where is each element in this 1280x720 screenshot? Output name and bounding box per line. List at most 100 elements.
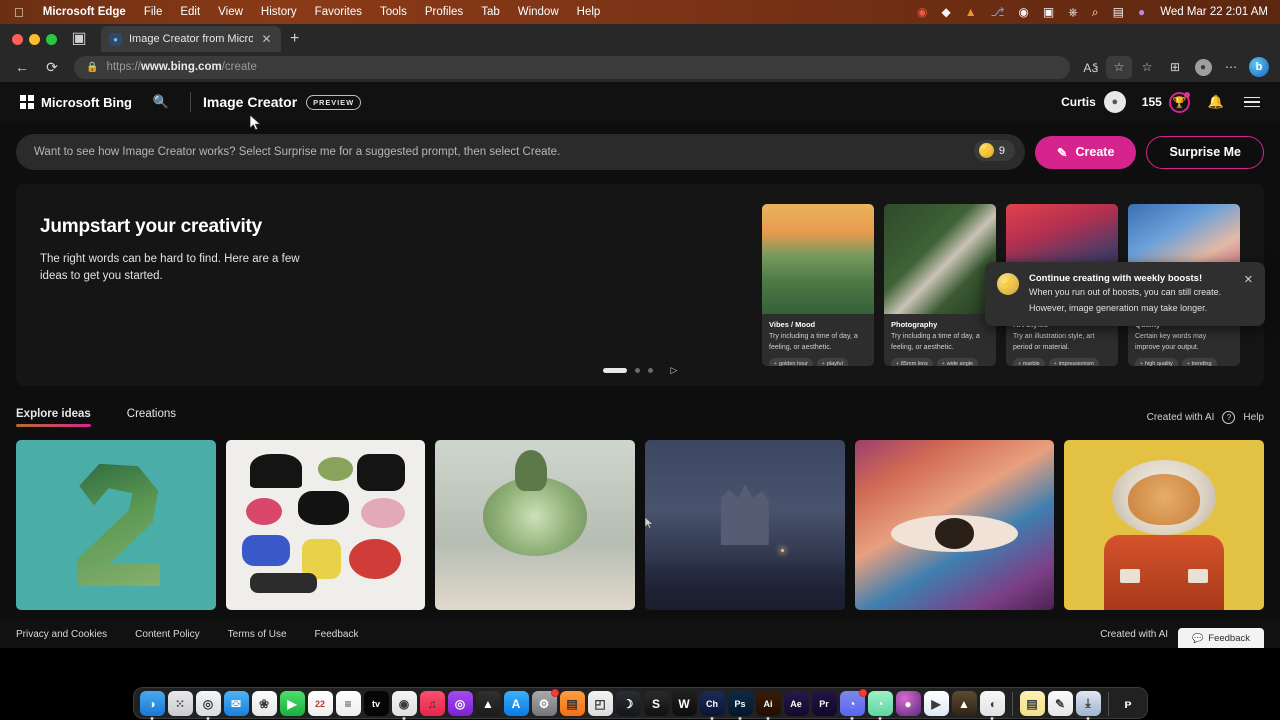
footer-link-feedback[interactable]: Feedback — [315, 629, 359, 640]
colorful-eye-makeup[interactable] — [854, 440, 1055, 610]
abstract-shapes-collage[interactable] — [225, 440, 426, 610]
notes-icon[interactable]: ▤ — [1019, 691, 1045, 716]
wondershare-icon[interactable]: W — [671, 691, 697, 716]
copilot-icon[interactable]: b — [1246, 56, 1272, 79]
carousel-dot-active[interactable] — [602, 368, 627, 373]
menu-item-window[interactable]: Window — [509, 6, 568, 18]
boost-pill[interactable]: ⚡ 9 — [973, 140, 1016, 161]
premiere-pro-icon[interactable]: Pr — [811, 691, 837, 716]
evernote-icon[interactable]: S — [643, 691, 669, 716]
messages-app-icon[interactable]: ◔ — [867, 691, 893, 720]
notifications-bell-icon[interactable]: 🔔 — [1208, 94, 1224, 110]
profile-icon[interactable]: ● — [1190, 56, 1216, 79]
siri-icon[interactable]: ● — [1131, 5, 1152, 19]
system-settings-icon[interactable]: ⚙ — [531, 689, 559, 716]
footer-link-content-policy[interactable]: Content Policy — [135, 629, 199, 640]
idea-card[interactable]: Photography Try including a time of day,… — [884, 204, 996, 366]
prompt-input[interactable]: Want to see how Image Creator works? Sel… — [16, 134, 1026, 170]
idea-card[interactable]: Vibes / Mood Try including a time of day… — [762, 204, 874, 366]
discord-icon[interactable]: ◔ — [839, 689, 867, 720]
menu-item-file[interactable]: File — [135, 6, 172, 18]
menu-item-tools[interactable]: Tools — [371, 6, 416, 18]
address-bar[interactable]: 🔒 https://www.bing.com/create — [74, 55, 1070, 79]
illustrator-icon[interactable]: Ai — [755, 691, 781, 720]
cleanmymac-icon[interactable]: ☽ — [615, 691, 641, 716]
keynote-icon[interactable]: ◰ — [587, 691, 613, 716]
photos-icon[interactable]: ❀ — [251, 691, 277, 716]
menubar-clock[interactable]: Wed Mar 22 2:01 AM — [1152, 6, 1272, 18]
menu-item-view[interactable]: View — [209, 6, 252, 18]
new-tab-button[interactable]: + — [281, 30, 308, 52]
books-icon[interactable]: ▤ — [559, 691, 585, 716]
back-button[interactable]: ← — [8, 55, 36, 79]
hamburger-menu-icon[interactable] — [1244, 96, 1260, 108]
help-label[interactable]: Help — [1243, 412, 1264, 423]
downloads-stack-icon[interactable]: ⤓ — [1075, 691, 1101, 720]
spotlight-search-icon[interactable]: ⌕ — [1085, 5, 1106, 20]
browser-tab[interactable]: ● Image Creator from Microsoft ✕ — [101, 26, 281, 52]
character-animator-icon[interactable]: Ch — [699, 691, 725, 720]
user-avatar-icon[interactable]: ● — [1103, 91, 1126, 113]
dropbox-icon[interactable]: ◆ — [934, 5, 957, 19]
footer-link-terms[interactable]: Terms of Use — [228, 629, 287, 640]
misty-castle-mountain[interactable] — [645, 440, 845, 610]
menu-item-profiles[interactable]: Profiles — [416, 6, 472, 18]
read-aloud-icon[interactable]: AᲴ — [1078, 56, 1104, 79]
control-center-icon[interactable]: ▤ — [1106, 5, 1131, 19]
microsoft-edge-icon[interactable]: ◖ — [979, 691, 1005, 720]
surprise-me-button[interactable]: Surprise Me — [1146, 135, 1264, 169]
close-icon[interactable]: ✕ — [1244, 273, 1253, 286]
orb-app-icon[interactable]: ● — [895, 691, 921, 716]
app-store-icon[interactable]: A — [503, 691, 529, 716]
carousel-dot[interactable] — [634, 368, 640, 373]
facetime-icon[interactable]: ▶ — [279, 691, 305, 716]
tab-explore-ideas[interactable]: Explore ideas — [16, 408, 91, 427]
menu-item-microsoft-edge[interactable]: Microsoft Edge — [34, 6, 135, 18]
podcasts-icon[interactable]: ◎ — [447, 691, 473, 716]
create-button[interactable]: ✎ Create — [1035, 135, 1137, 169]
battery-icon[interactable]: ▣ — [1036, 5, 1061, 19]
timer-icon[interactable]: ◉ — [1011, 5, 1035, 19]
apple-tv-icon[interactable]: tv — [363, 691, 389, 716]
music-icon[interactable]: ♫ — [419, 691, 445, 716]
favorites-icon[interactable]: ☆ — [1134, 56, 1160, 79]
astronaut-shiba-dog[interactable] — [1064, 440, 1264, 610]
bluetooth-icon[interactable]: ⎇ — [984, 5, 1012, 19]
play-icon[interactable]: ▷ — [671, 365, 678, 376]
menu-item-edit[interactable]: Edit — [171, 6, 209, 18]
search-icon[interactable]: 🔍 — [144, 88, 178, 116]
menu-item-favorites[interactable]: Favorites — [306, 6, 371, 18]
add-favorite-icon[interactable]: ☆ — [1106, 55, 1132, 79]
reload-button[interactable]: ⟳ — [38, 55, 66, 79]
trash-icon[interactable]: ᴘ — [1116, 691, 1141, 716]
teal-number-two-leaves[interactable] — [16, 440, 216, 610]
vlc-icon[interactable]: ▲ — [475, 691, 501, 716]
screen-recording-icon[interactable]: ◉ — [910, 5, 934, 19]
close-window-button[interactable] — [12, 34, 23, 45]
movist-player-icon[interactable]: ▶ — [923, 691, 949, 716]
menu-item-help[interactable]: Help — [568, 6, 610, 18]
wifi-icon[interactable]: ⎈ — [1061, 5, 1085, 20]
chrome-icon[interactable]: ◉ — [391, 691, 417, 720]
reminders-icon[interactable]: ≡ — [335, 691, 361, 716]
launchpad-icon[interactable]: ⁙ — [167, 691, 193, 716]
safari-icon[interactable]: ◎ — [195, 691, 221, 720]
after-effects-icon[interactable]: Ae — [783, 691, 809, 716]
menu-item-history[interactable]: History — [252, 6, 306, 18]
maximize-window-button[interactable] — [46, 34, 57, 45]
finder-icon[interactable]: ◑ — [139, 691, 165, 720]
bing-logo[interactable]: Microsoft Bing — [20, 95, 132, 110]
collections-icon[interactable]: ⊞ — [1162, 56, 1188, 79]
menu-item-tab[interactable]: Tab — [472, 6, 509, 18]
carousel-dot[interactable] — [647, 368, 653, 373]
vlc-icon[interactable]: ▲ — [958, 5, 984, 19]
user-name[interactable]: Curtis — [1061, 95, 1096, 109]
mail-icon[interactable]: ✉ — [223, 691, 249, 716]
photo-editor-icon[interactable]: ▲ — [951, 691, 977, 716]
footer-link-privacy[interactable]: Privacy and Cookies — [16, 629, 107, 640]
apple-menu-icon[interactable]:  — [8, 6, 34, 19]
tab-creations[interactable]: Creations — [127, 408, 176, 427]
help-circle-icon[interactable]: ? — [1222, 410, 1236, 424]
boost-trophy-icon[interactable]: 🏆 — [1168, 91, 1190, 113]
settings-more-icon[interactable]: ⋯ — [1218, 56, 1244, 79]
